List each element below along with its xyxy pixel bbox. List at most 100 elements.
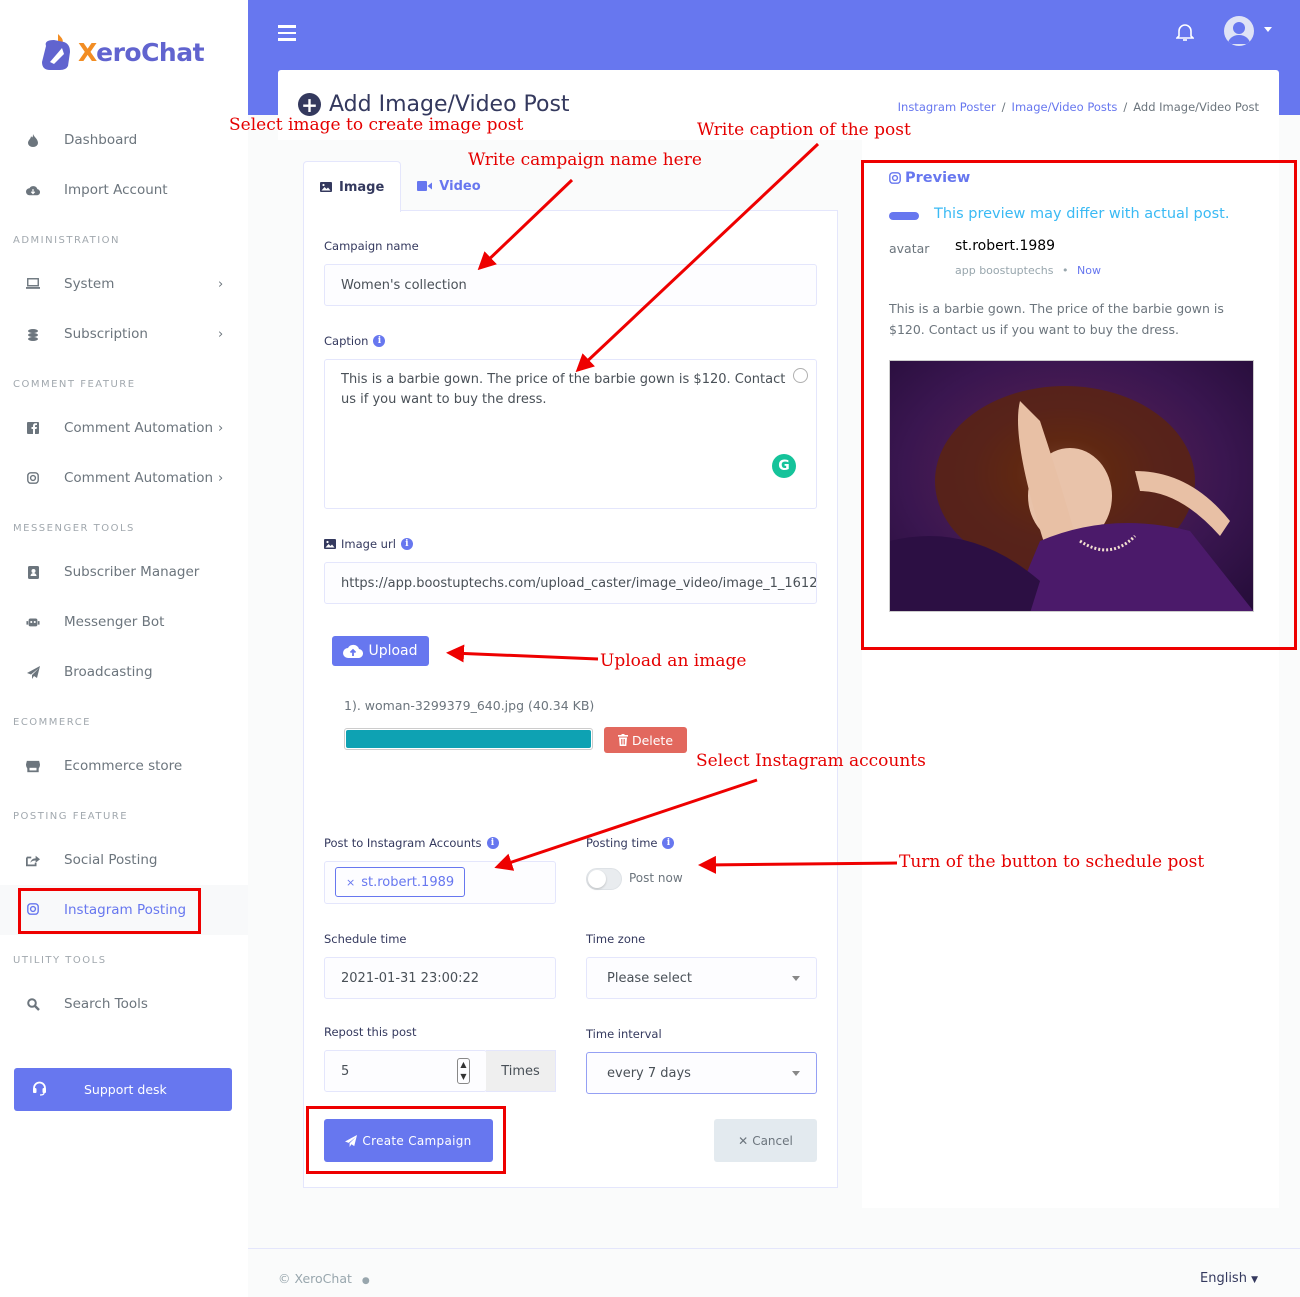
- remove-tag-icon[interactable]: ×: [346, 876, 355, 889]
- upload-progress-bar: [344, 728, 593, 750]
- image-url-input[interactable]: https://app.boostuptechs.com/upload_cast…: [324, 562, 817, 604]
- chevron-right-icon: ›: [218, 276, 224, 292]
- caption-label-text: Caption: [324, 334, 369, 348]
- dropdown-arrow-icon: [792, 1071, 800, 1076]
- cloud-download-icon: [26, 183, 40, 197]
- hamburger-menu-icon[interactable]: [278, 25, 296, 41]
- annotation-upload: Upload an image: [600, 651, 747, 671]
- post-now-toggle[interactable]: [586, 868, 622, 890]
- sidebar-item-social-posting[interactable]: Social Posting: [0, 840, 248, 880]
- time-interval-value: every 7 days: [607, 1065, 691, 1081]
- accounts-label: Post to Instagram Accounts i: [324, 836, 499, 850]
- info-icon[interactable]: i: [373, 335, 386, 347]
- image-url-label-text: Image url: [341, 537, 396, 551]
- upload-button[interactable]: Upload: [332, 636, 429, 666]
- sidebar-item-ecommerce-store[interactable]: Ecommerce store: [0, 746, 248, 786]
- address-book-icon: [26, 565, 40, 579]
- language-selector[interactable]: English ▼: [1200, 1271, 1258, 1286]
- paper-plane-icon: [26, 665, 40, 679]
- caret-down-icon: ▼: [1251, 1275, 1259, 1285]
- menu-header-messenger-tools: MESSENGER TOOLS: [13, 523, 135, 534]
- close-icon: ✕: [738, 1133, 749, 1148]
- store-icon: [26, 759, 40, 773]
- grammarly-icon[interactable]: G: [772, 454, 796, 478]
- sidebar-item-system[interactable]: System ›: [0, 264, 248, 304]
- upload-button-label: Upload: [368, 643, 418, 659]
- annotation-campaign-name: Write campaign name here: [468, 150, 702, 170]
- page: XeroChat Dashboard Import Account ADMINI…: [0, 0, 1300, 1297]
- bell-icon[interactable]: [1175, 22, 1195, 46]
- instagram-accounts-select[interactable]: × st.robert.1989: [324, 861, 556, 904]
- sidebar-item-label: Comment Automation: [64, 420, 214, 436]
- sidebar-item-label: Ecommerce store: [64, 758, 183, 774]
- menu-header-ecommerce: ECOMMERCE: [13, 717, 91, 728]
- posting-time-label-text: Posting time: [586, 836, 658, 850]
- emoji-picker-icon[interactable]: [793, 368, 808, 383]
- page-title: + Add Image/Video Post: [298, 92, 570, 117]
- breadcrumb-instagram-poster[interactable]: Instagram Poster: [898, 100, 996, 114]
- sidebar-item-label: Comment Automation: [64, 470, 214, 486]
- user-menu-caret-icon[interactable]: [1264, 27, 1272, 32]
- chevron-right-icon: ›: [218, 470, 224, 486]
- sidebar-item-search-tools[interactable]: Search Tools: [0, 984, 248, 1024]
- account-tag-label: st.robert.1989: [361, 874, 455, 890]
- footer-copyright: © XeroChat ●: [278, 1271, 370, 1286]
- sidebar-item-broadcasting[interactable]: Broadcasting: [0, 652, 248, 692]
- tab-image[interactable]: Image: [303, 161, 402, 212]
- fire-icon: [26, 133, 40, 147]
- breadcrumb-current: Add Image/Video Post: [1133, 100, 1259, 114]
- sidebar-item-subscriber-manager[interactable]: Subscriber Manager: [0, 552, 248, 592]
- sidebar-item-comment-automation-instagram[interactable]: Comment Automation ›: [0, 458, 248, 498]
- time-zone-select[interactable]: Please select: [586, 957, 817, 999]
- info-icon[interactable]: i: [400, 538, 413, 550]
- plus-circle-icon: +: [298, 93, 321, 116]
- time-interval-select[interactable]: every 7 days: [586, 1052, 817, 1094]
- image-url-value: https://app.boostuptechs.com/upload_cast…: [341, 575, 817, 591]
- user-avatar[interactable]: [1224, 16, 1254, 46]
- number-stepper[interactable]: ▲ ▼: [457, 1058, 470, 1084]
- logo[interactable]: XeroChat: [40, 32, 205, 72]
- cancel-button[interactable]: ✕ Cancel: [714, 1119, 817, 1162]
- accounts-label-text: Post to Instagram Accounts: [324, 836, 482, 850]
- stepper-up-icon[interactable]: ▲: [460, 1061, 466, 1069]
- sidebar-item-dashboard[interactable]: Dashboard: [0, 120, 248, 160]
- sidebar-item-label: Import Account: [64, 182, 168, 198]
- time-zone-value: Please select: [607, 970, 692, 986]
- coins-icon: [26, 327, 40, 341]
- menu-header-comment-feature: COMMENT FEATURE: [13, 379, 136, 390]
- time-zone-label: Time zone: [586, 932, 646, 946]
- sidebar-item-label: Search Tools: [64, 996, 148, 1012]
- tab-video-label: Video: [439, 178, 481, 194]
- logo-icon: [42, 34, 70, 70]
- sidebar-item-label: Dashboard: [64, 132, 138, 148]
- annotation-box-preview: [861, 160, 1297, 650]
- sidebar-item-label: Messenger Bot: [64, 614, 165, 630]
- headset-icon: [32, 1081, 47, 1099]
- annotation-select-image: Select image to create image post: [229, 115, 524, 135]
- sidebar-item-import-account[interactable]: Import Account: [0, 170, 248, 210]
- caption-value: This is a barbie gown. The price of the …: [341, 372, 786, 407]
- image-url-label: Image url i: [324, 537, 413, 551]
- image-icon: [324, 539, 336, 549]
- support-desk-label: Support desk: [84, 1082, 167, 1097]
- menu-header-posting-feature: POSTING FEATURE: [13, 811, 129, 822]
- logo-text: XeroChat: [78, 37, 205, 67]
- delete-file-button[interactable]: Delete: [604, 727, 687, 753]
- info-icon[interactable]: i: [662, 837, 675, 849]
- info-icon[interactable]: i: [486, 837, 499, 849]
- support-desk-button[interactable]: Support desk: [14, 1068, 232, 1111]
- menu-header-administration: ADMINISTRATION: [13, 235, 121, 246]
- sidebar-item-messenger-bot[interactable]: Messenger Bot: [0, 602, 248, 642]
- caption-textarea[interactable]: This is a barbie gown. The price of the …: [324, 359, 817, 509]
- laptop-code-icon: [26, 277, 40, 291]
- schedule-time-input[interactable]: 2021-01-31 23:00:22: [324, 957, 556, 999]
- post-now-label: Post now: [629, 871, 683, 885]
- menu-header-utility-tools: UTILITY TOOLS: [13, 955, 107, 966]
- sidebar-item-comment-automation-facebook[interactable]: Comment Automation ›: [0, 408, 248, 448]
- campaign-name-input[interactable]: Women's collection: [324, 264, 817, 306]
- sidebar-item-subscription[interactable]: Subscription ›: [0, 314, 248, 354]
- stepper-down-icon[interactable]: ▼: [460, 1073, 466, 1081]
- breadcrumb-image-video-posts[interactable]: Image/Video Posts: [1012, 100, 1118, 114]
- search-icon: [26, 997, 40, 1011]
- campaign-name-label: Campaign name: [324, 239, 419, 253]
